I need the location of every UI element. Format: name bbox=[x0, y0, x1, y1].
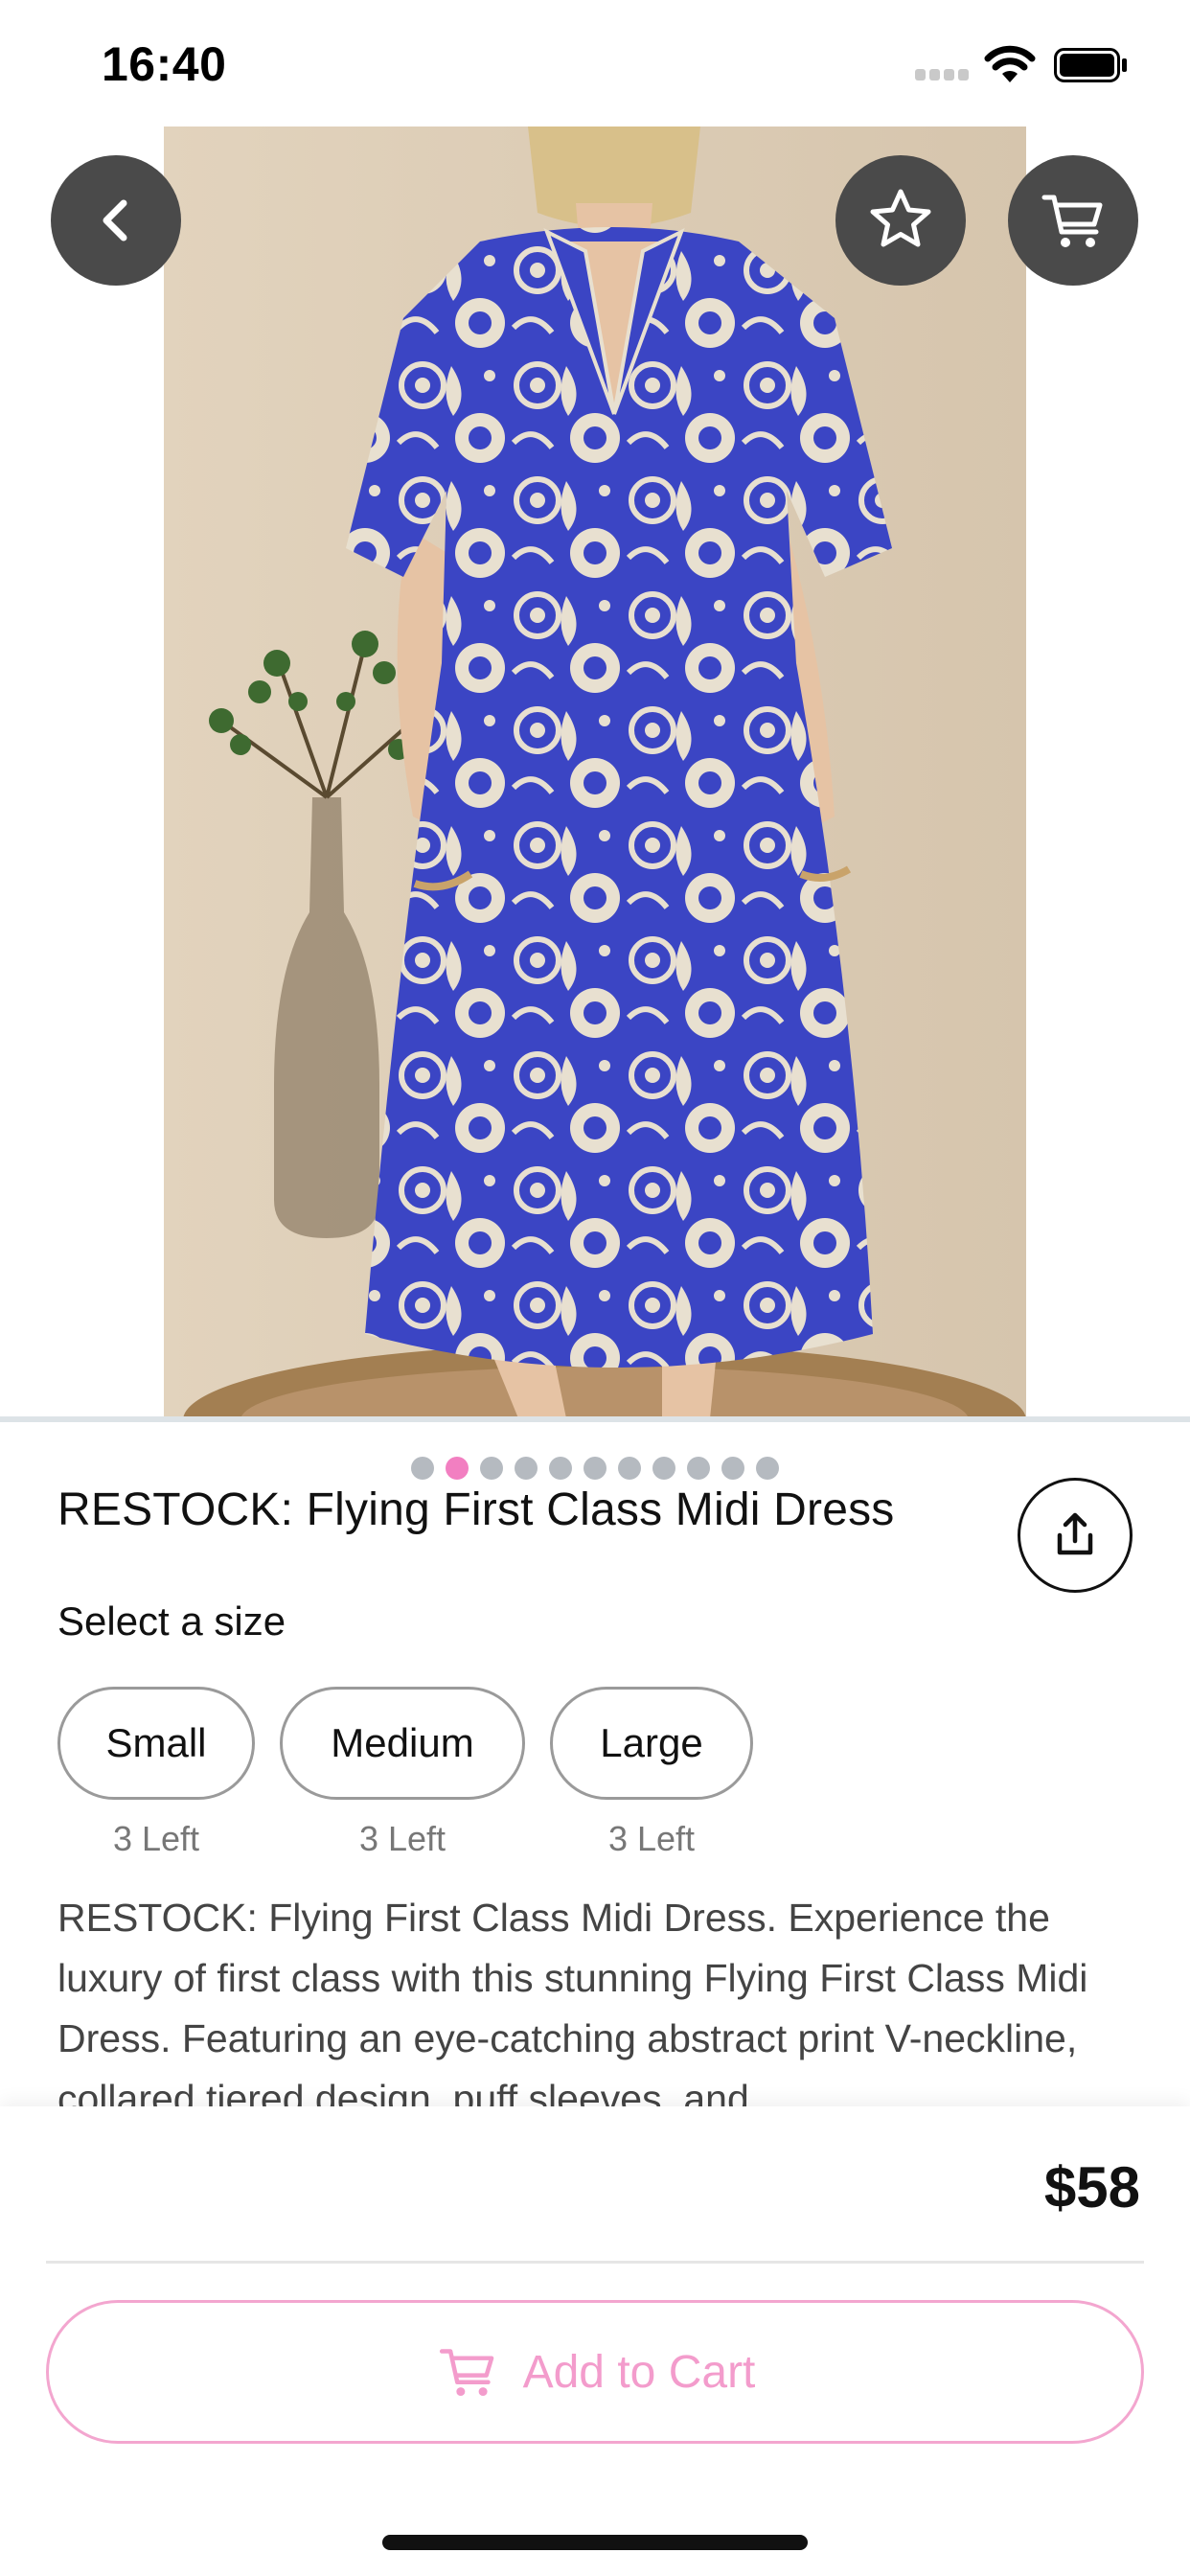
size-options: Small 3 Left Medium 3 Left Large 3 Left bbox=[57, 1687, 753, 1859]
size-chip-large[interactable]: Large bbox=[550, 1687, 753, 1800]
product-image-carousel[interactable] bbox=[0, 126, 1190, 1499]
share-button[interactable] bbox=[1018, 1478, 1133, 1593]
size-stock: 3 Left bbox=[112, 1819, 200, 1858]
product-title: RESTOCK: Flying First Class Midi Dress bbox=[57, 1484, 895, 1535]
product-photo bbox=[164, 126, 1026, 1418]
image-divider bbox=[0, 1416, 1190, 1422]
battery-icon bbox=[1054, 48, 1129, 82]
pager-dot[interactable] bbox=[652, 1457, 675, 1480]
cart-icon bbox=[439, 2349, 493, 2397]
pager-dot[interactable] bbox=[687, 1457, 710, 1480]
share-icon bbox=[1057, 1512, 1093, 1555]
divider bbox=[46, 2261, 1144, 2264]
pager-dot[interactable] bbox=[721, 1457, 744, 1480]
size-option: Large 3 Left bbox=[550, 1687, 753, 1859]
size-stock: 3 Left bbox=[358, 1819, 446, 1858]
purchase-bar: $58 Add to Cart bbox=[0, 2106, 1190, 2576]
add-to-cart-button[interactable]: Add to Cart bbox=[46, 2300, 1144, 2444]
size-chip-medium[interactable]: Medium bbox=[280, 1687, 525, 1800]
size-option: Small 3 Left bbox=[57, 1687, 255, 1859]
wifi-icon bbox=[983, 44, 1037, 86]
cart-button[interactable] bbox=[1008, 155, 1138, 286]
pager-dot[interactable] bbox=[756, 1457, 779, 1480]
size-chip-small[interactable]: Small bbox=[57, 1687, 255, 1800]
size-prompt: Select a size bbox=[57, 1598, 286, 1644]
cart-icon bbox=[1041, 195, 1103, 247]
pager-dot[interactable] bbox=[618, 1457, 641, 1480]
size-option: Medium 3 Left bbox=[280, 1687, 525, 1859]
product-description: RESTOCK: Flying First Class Midi Dress. … bbox=[57, 1896, 1088, 2108]
home-indicator[interactable] bbox=[382, 2535, 808, 2550]
pager-dot[interactable] bbox=[411, 1457, 434, 1480]
status-bar: 16:40 bbox=[0, 0, 1190, 126]
product-price: $58 bbox=[1043, 2155, 1140, 2220]
favorite-button[interactable] bbox=[835, 155, 966, 286]
status-time: 16:40 bbox=[102, 37, 227, 91]
star-icon bbox=[870, 189, 931, 247]
back-button[interactable] bbox=[51, 155, 181, 286]
size-stock: 3 Left bbox=[607, 1819, 696, 1858]
pager-dot[interactable] bbox=[549, 1457, 572, 1480]
pager-dot[interactable] bbox=[480, 1457, 503, 1480]
cellular-signal-icon bbox=[915, 69, 971, 82]
pager-dot[interactable] bbox=[515, 1457, 538, 1480]
add-to-cart-label: Add to Cart bbox=[522, 2346, 756, 2398]
pager-dot[interactable] bbox=[446, 1457, 469, 1480]
pager-dot[interactable] bbox=[584, 1457, 606, 1480]
chevron-left-icon bbox=[103, 199, 127, 242]
